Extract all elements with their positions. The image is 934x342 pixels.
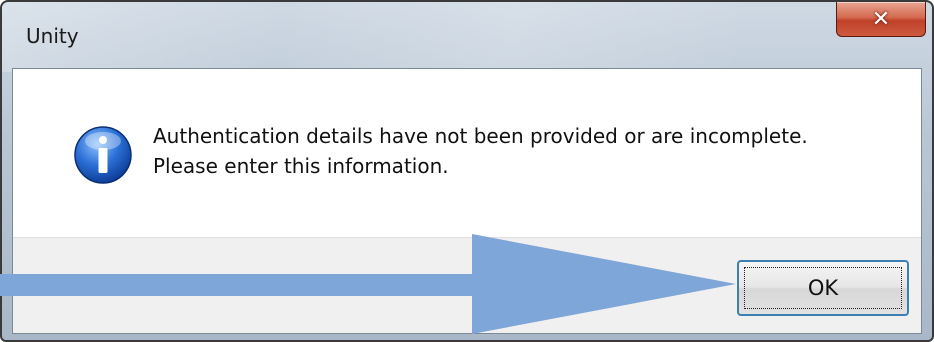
- dialog-message: Authentication details have not been pro…: [153, 121, 808, 181]
- dialog-client-area: Authentication details have not been pro…: [12, 68, 922, 334]
- message-line-1: Authentication details have not been pro…: [153, 124, 808, 148]
- close-icon: ✕: [871, 6, 891, 32]
- message-line-2: Please enter this information.: [153, 154, 449, 178]
- ok-button[interactable]: OK: [737, 260, 909, 316]
- title-bar[interactable]: Unity ✕: [2, 2, 932, 68]
- button-bar: OK: [13, 237, 921, 333]
- window-title: Unity: [26, 24, 79, 48]
- message-area: Authentication details have not been pro…: [13, 69, 921, 237]
- ok-button-label: OK: [807, 276, 839, 300]
- info-icon: [74, 126, 132, 184]
- dialog-window: Unity ✕ Authentication details have not …: [0, 0, 934, 342]
- close-button[interactable]: ✕: [836, 2, 926, 37]
